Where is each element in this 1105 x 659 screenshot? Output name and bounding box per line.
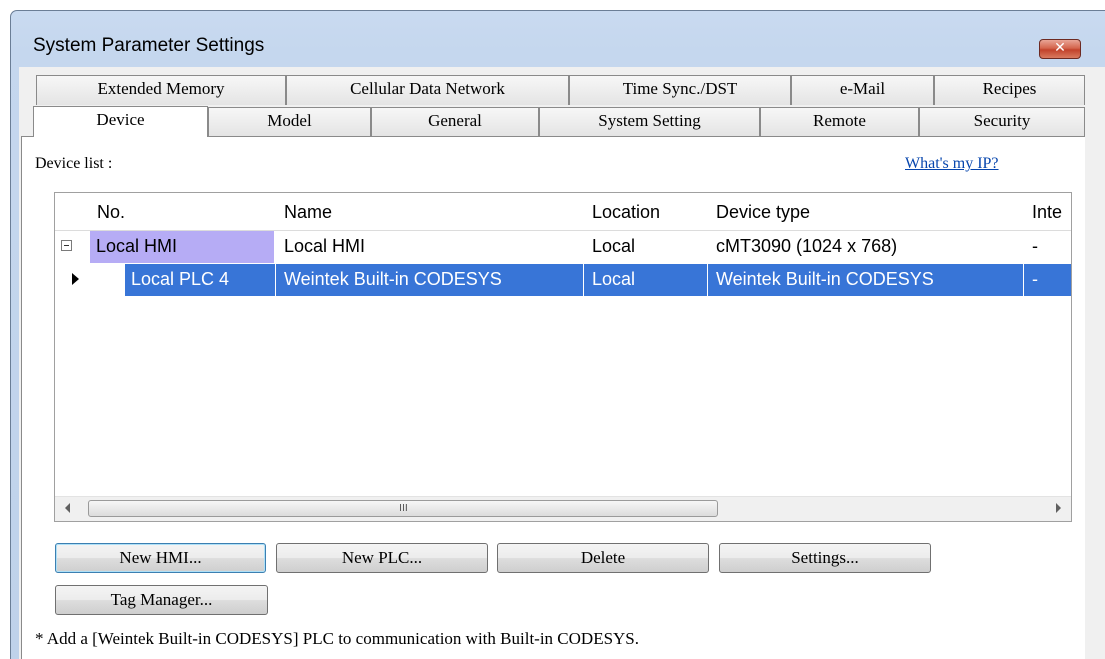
tab-label: Recipes bbox=[982, 79, 1037, 98]
cell-name: Local HMI bbox=[284, 231, 365, 263]
settings-button[interactable]: Settings... bbox=[719, 543, 931, 573]
cell-text: Local bbox=[592, 236, 636, 256]
close-icon: ✕ bbox=[1054, 40, 1066, 56]
tab-label: Extended Memory bbox=[97, 79, 225, 98]
cell-text: Local HMI bbox=[284, 236, 366, 256]
cell-device-type: cMT3090 (1024 x 768) bbox=[716, 231, 897, 263]
delete-button[interactable]: Delete bbox=[497, 543, 709, 573]
tab-label: Security bbox=[973, 111, 1031, 130]
whats-my-ip-link[interactable]: What's my IP? bbox=[905, 155, 999, 173]
cell-text: cMT3090 (1024 x 768) bbox=[716, 236, 898, 256]
device-list-grid[interactable]: No. Name Location Device type Inte Local… bbox=[54, 192, 1072, 522]
tab-remote[interactable]: Remote bbox=[760, 107, 919, 136]
tab-label: Remote bbox=[813, 111, 866, 130]
tab-label: General bbox=[428, 111, 482, 130]
grid-header: No. Name Location Device type Inte bbox=[55, 193, 1071, 231]
button-label: Tag Manager... bbox=[110, 590, 213, 609]
cell-text: Weintek Built-in CODESYS bbox=[284, 269, 502, 289]
title-bar[interactable]: System Parameter Settings ✕ bbox=[11, 11, 1105, 67]
button-label: Delete bbox=[580, 548, 626, 567]
tab-label: e-Mail bbox=[839, 79, 886, 98]
tab-system-setting[interactable]: System Setting bbox=[539, 107, 760, 136]
horizontal-scrollbar[interactable]: III bbox=[55, 496, 1071, 521]
scroll-grip-icon: III bbox=[399, 503, 408, 514]
scroll-left-icon[interactable] bbox=[65, 503, 70, 513]
button-label: Settings... bbox=[791, 548, 859, 567]
tab-device[interactable]: Device bbox=[33, 106, 208, 137]
tab-label: Model bbox=[267, 111, 312, 130]
cell-interface: - bbox=[1032, 231, 1038, 263]
button-label: New PLC... bbox=[341, 548, 423, 567]
table-row[interactable]: Local HMI Local HMI Local cMT3090 (1024 … bbox=[55, 231, 1071, 263]
close-button[interactable]: ✕ bbox=[1039, 39, 1081, 59]
tab-general[interactable]: General bbox=[371, 107, 539, 136]
cell-device-type: Weintek Built-in CODESYS bbox=[708, 264, 1023, 296]
table-row-selected[interactable]: Local PLC 4 Weintek Built-in CODESYS Loc… bbox=[55, 264, 1071, 296]
scroll-right-icon[interactable] bbox=[1056, 503, 1061, 513]
current-row-arrow-icon bbox=[72, 273, 79, 285]
scroll-thumb[interactable]: III bbox=[88, 500, 718, 517]
column-header-interface[interactable]: Inte bbox=[1032, 202, 1062, 223]
tab-label: Cellular Data Network bbox=[350, 79, 505, 98]
cell-interface: - bbox=[1024, 264, 1071, 296]
tab-label: Device bbox=[96, 110, 145, 129]
cell-no: Local PLC 4 bbox=[125, 264, 275, 296]
new-hmi-button[interactable]: New HMI... bbox=[55, 543, 266, 573]
tab-extended-memory[interactable]: Extended Memory bbox=[36, 75, 286, 105]
tab-label: System Setting bbox=[598, 111, 701, 130]
tab-recipes[interactable]: Recipes bbox=[934, 75, 1085, 105]
cell-text: Local HMI bbox=[96, 236, 178, 256]
column-header-no[interactable]: No. bbox=[97, 202, 125, 223]
codesys-hint-text: * Add a [Weintek Built-in CODESYS] PLC t… bbox=[35, 629, 640, 648]
tab-cellular-data-network[interactable]: Cellular Data Network bbox=[286, 75, 569, 105]
new-plc-button[interactable]: New PLC... bbox=[276, 543, 488, 573]
device-list-label: Device list : bbox=[35, 155, 113, 172]
button-label: New HMI... bbox=[119, 548, 202, 567]
cell-location: Local bbox=[592, 231, 635, 263]
cell-text: Weintek Built-in CODESYS bbox=[716, 269, 934, 289]
column-header-name[interactable]: Name bbox=[284, 202, 332, 223]
column-header-device-type[interactable]: Device type bbox=[716, 202, 810, 223]
tab-e-mail[interactable]: e-Mail bbox=[791, 75, 934, 105]
cell-text: Local PLC 4 bbox=[131, 269, 230, 289]
tab-time-sync-dst[interactable]: Time Sync./DST bbox=[569, 75, 791, 105]
tab-label: Time Sync./DST bbox=[622, 79, 738, 98]
cell-no: Local HMI bbox=[90, 231, 274, 263]
tab-model[interactable]: Model bbox=[208, 107, 371, 136]
cell-text: Local bbox=[592, 269, 636, 289]
collapse-icon[interactable] bbox=[61, 240, 72, 251]
cell-name: Weintek Built-in CODESYS bbox=[276, 264, 583, 296]
window-title: System Parameter Settings bbox=[33, 35, 265, 56]
cell-location: Local bbox=[584, 264, 707, 296]
column-header-location[interactable]: Location bbox=[592, 202, 660, 223]
tag-manager-button[interactable]: Tag Manager... bbox=[55, 585, 268, 615]
tab-security[interactable]: Security bbox=[919, 107, 1085, 136]
cell-text: - bbox=[1032, 269, 1038, 289]
cell-text: - bbox=[1032, 236, 1038, 256]
